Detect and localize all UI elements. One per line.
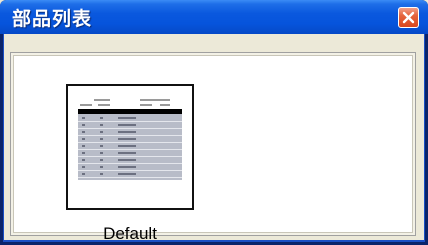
part-item-default[interactable]: Default: [58, 82, 194, 245]
parts-list-window: 部品列表 Default: [0, 0, 428, 245]
close-button[interactable]: [398, 7, 419, 28]
part-label: Default: [103, 224, 157, 243]
table-preview-icon: [78, 99, 182, 180]
close-icon: [402, 11, 415, 24]
title-bar[interactable]: 部品列表: [0, 0, 428, 34]
part-thumbnail[interactable]: [66, 84, 194, 210]
window-title: 部品列表: [12, 8, 93, 30]
window-body: Default: [3, 34, 425, 243]
parts-panel: Default: [10, 52, 416, 243]
parts-list-area[interactable]: Default: [13, 55, 413, 243]
